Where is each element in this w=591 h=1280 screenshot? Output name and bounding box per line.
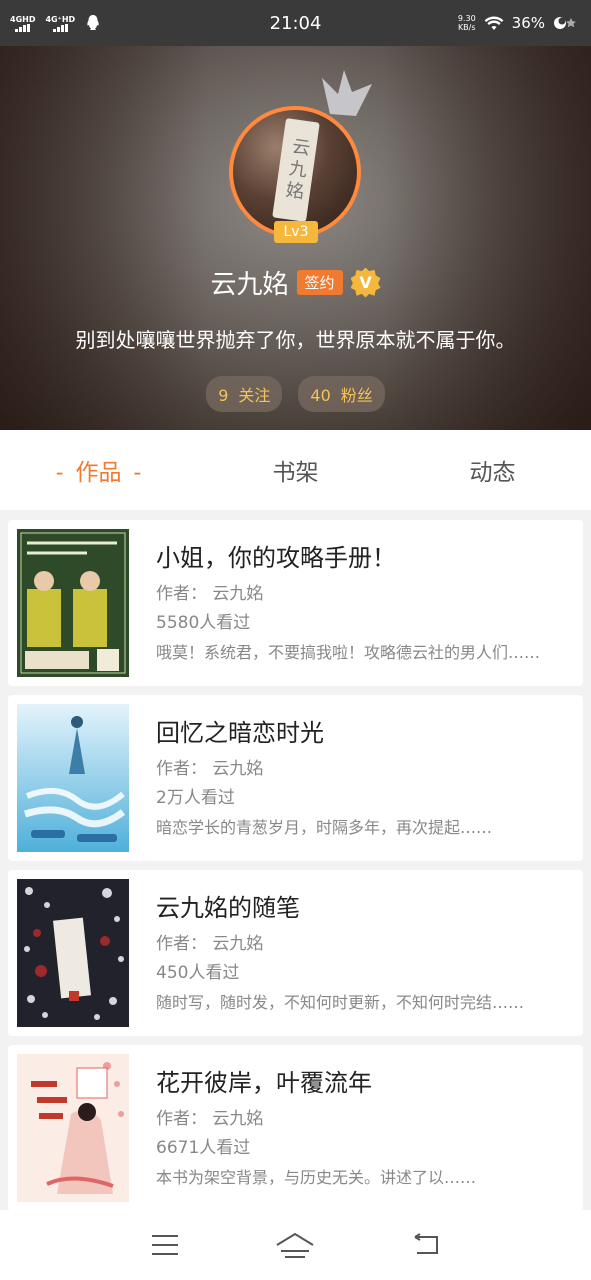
level-badge: Lv3 <box>274 221 318 243</box>
book-card[interactable]: 小姐，你的攻略手册！ 作者： 云九姳 5580人看过 哦莫！系统君，不要搞我啦！… <box>8 520 583 686</box>
speed-value: 9.30 <box>457 14 476 23</box>
book-cover[interactable] <box>17 1054 129 1202</box>
back-button[interactable] <box>404 1223 448 1267</box>
status-bar: 4GHD 4G⁺HD 21:04 9.30 KB/s 36% <box>0 0 591 46</box>
book-list: 小姐，你的攻略手册！ 作者： 云九姳 5580人看过 哦莫！系统君，不要搞我啦！… <box>8 520 583 1220</box>
book-views: 5580人看过 <box>156 613 251 633</box>
user-name: 云九姳 <box>210 270 289 300</box>
following-button[interactable]: 9 关注 <box>206 376 283 412</box>
book-description: 本书为架空背景，与历史无关。讲述了以…… <box>156 1168 477 1187</box>
tab-dash-right: - <box>133 460 142 486</box>
book-description: 随时写，随时发，不知何时更新，不知何时完结…… <box>156 993 525 1012</box>
system-nav-bar <box>0 1210 591 1280</box>
followers-button[interactable]: 40 粉丝 <box>298 376 385 412</box>
book-author: 作者： 云九姳 <box>156 759 264 779</box>
book-views: 6671人看过 <box>156 1138 251 1158</box>
book-cover[interactable] <box>17 529 129 677</box>
book-title: 云九姳的随笔 <box>156 894 300 922</box>
back-icon <box>414 1233 438 1254</box>
speed-unit: KB/s <box>457 23 476 32</box>
menu-button[interactable] <box>143 1223 187 1267</box>
book-author: 作者： 云九姳 <box>156 1109 264 1129</box>
book-views: 450人看过 <box>156 963 240 983</box>
book-card[interactable]: 云九姳的随笔 作者： 云九姳 450人看过 随时写，随时发，不知何时更新，不知何… <box>8 870 583 1036</box>
qq-notification-icon <box>87 15 99 30</box>
book-description: 暗恋学长的青葱岁月，时隔多年，再次提起…… <box>156 818 493 837</box>
avatar[interactable]: 云九姳 <box>229 106 361 238</box>
followers-count: 40 <box>310 386 331 405</box>
user-motto: 别到处嚷嚷世界抛弃了你，世界原本就不属于你。 <box>75 328 516 352</box>
book-title: 回忆之暗恋时光 <box>156 719 324 747</box>
verified-badge: V <box>350 267 381 298</box>
network-type-1: 4GHD <box>10 14 36 24</box>
signal-icon-2: 4G⁺HD <box>45 15 75 32</box>
tab-bookshelf-label: 书架 <box>272 460 319 486</box>
tab-dash-left: - <box>55 460 64 486</box>
stats-row: 9 关注 40 粉丝 <box>0 376 591 412</box>
network-speed: 9.30 KB/s <box>458 14 476 32</box>
tab-bar: - 作品 - 书架 动态 <box>0 430 591 510</box>
avatar-tag: 云九姳 <box>272 118 320 222</box>
book-description: 哦莫！系统君，不要搞我啦！攻略德云社的男人们…… <box>156 643 541 662</box>
tab-activity[interactable]: 动态 <box>394 453 591 487</box>
book-cover[interactable] <box>17 704 129 852</box>
book-card[interactable]: 花开彼岸，叶覆流年 作者： 云九姳 6671人看过 本书为架空背景，与历史无关。… <box>8 1045 583 1211</box>
book-title: 花开彼岸，叶覆流年 <box>156 1069 372 1097</box>
tab-works[interactable]: - 作品 - <box>0 453 197 487</box>
menu-icon <box>152 1235 179 1255</box>
tab-bookshelf[interactable]: 书架 <box>197 453 394 487</box>
book-author: 作者： 云九姳 <box>156 934 264 954</box>
book-card[interactable]: 回忆之暗恋时光 作者： 云九姳 2万人看过 暗恋学长的青葱岁月，时隔多年，再次提… <box>8 695 583 861</box>
tab-activity-label: 动态 <box>469 460 516 486</box>
following-label: 关注 <box>238 386 271 405</box>
profile-header: 云九姳 Lv3 云九姳 签约 V 别到处嚷嚷世界抛弃了你，世界原本就不属于你。 … <box>0 46 591 430</box>
home-button[interactable] <box>273 1223 317 1267</box>
network-type-2: 4G⁺HD <box>45 14 76 24</box>
book-author: 作者： 云九姳 <box>156 584 264 604</box>
signal-icon: 4GHD <box>10 15 35 32</box>
home-icon <box>276 1232 315 1258</box>
book-cover[interactable] <box>17 879 129 1027</box>
book-title: 小姐，你的攻略手册！ <box>156 544 396 572</box>
wifi-icon <box>484 16 504 30</box>
battery-icon <box>554 17 576 29</box>
following-count: 9 <box>218 386 229 405</box>
tab-works-label: 作品 <box>75 460 122 486</box>
signed-badge: 签约 <box>296 270 343 295</box>
book-views: 2万人看过 <box>156 788 235 808</box>
followers-label: 粉丝 <box>340 386 373 405</box>
battery-percent: 36% <box>511 14 545 32</box>
name-row: 云九姳 签约 V <box>0 264 591 301</box>
